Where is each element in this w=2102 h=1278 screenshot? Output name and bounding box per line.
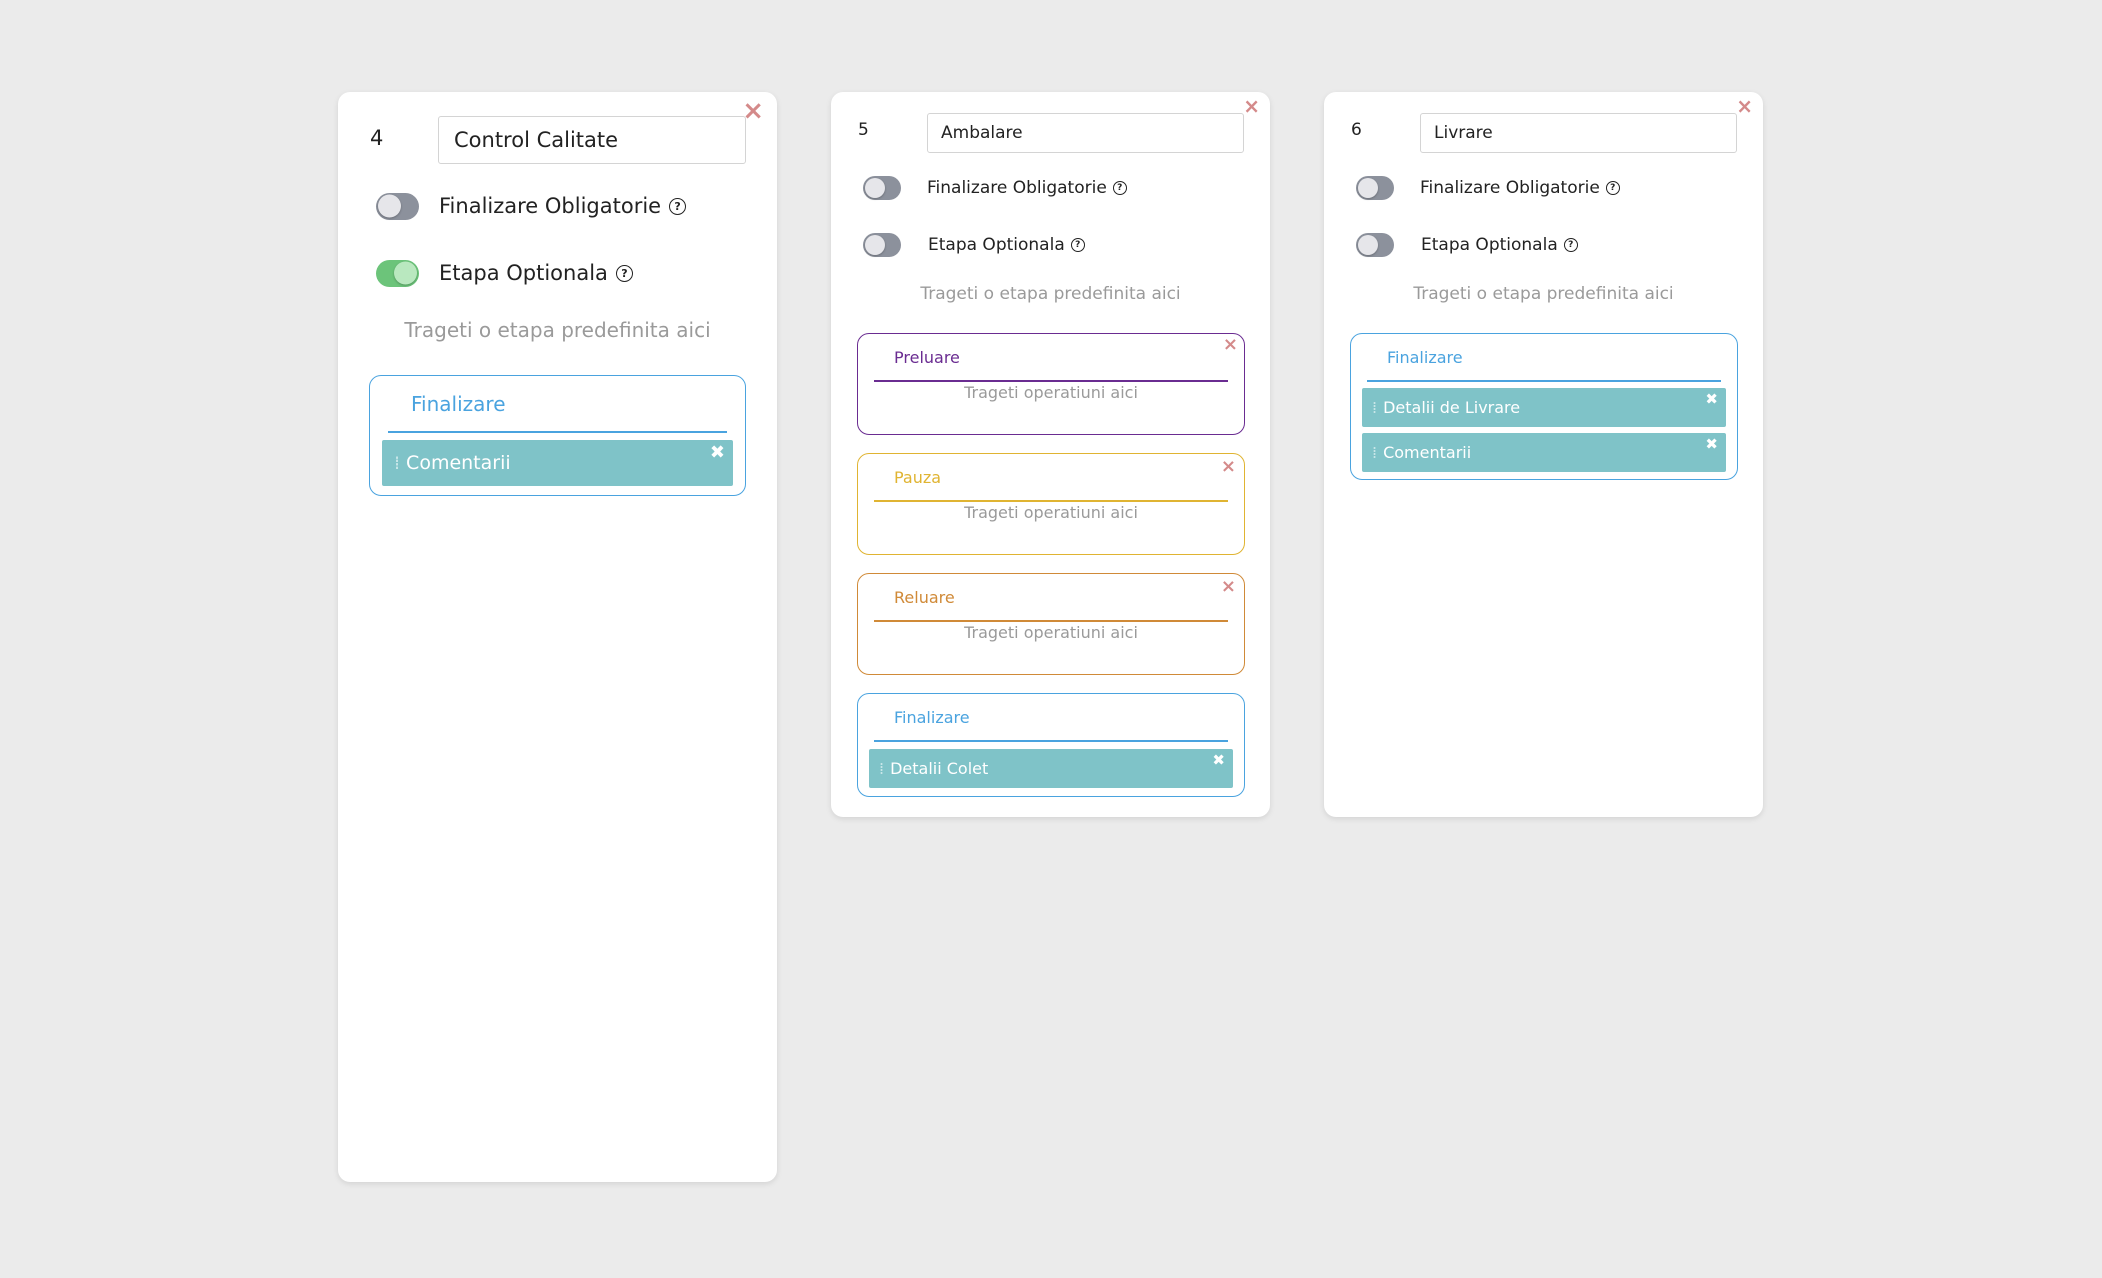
toggle-knob [1358, 235, 1378, 255]
drag-handle-icon[interactable]: ⁞ [1372, 398, 1377, 417]
operation-item[interactable]: ⁞ Detalii Colet ✖ [869, 749, 1233, 788]
operation-label: Comentarii [406, 452, 511, 474]
toggle-knob [378, 194, 401, 218]
toggle-row-finalizare-obligatorie: Finalizare Obligatorie ? [1356, 173, 1620, 203]
help-icon[interactable]: ? [1605, 181, 1620, 195]
finalizare-obligatorie-label: Finalizare Obligatorie [439, 194, 662, 218]
help-icon[interactable]: ? [1070, 238, 1085, 252]
toggle-knob [394, 261, 417, 285]
section-title: Reluare [894, 588, 955, 607]
etapa-optionala-toggle[interactable] [863, 233, 901, 257]
operation-label: Detalii Colet [890, 759, 989, 778]
finalizare-obligatorie-toggle[interactable] [376, 192, 419, 220]
section-title: Preluare [894, 348, 960, 367]
section-pauza: Pauza × Trageti operatiuni aici [857, 453, 1245, 555]
predefined-stage-drop-zone[interactable]: Trageti o etapa predefinita aici [338, 318, 777, 342]
stage-number: 4 [370, 126, 384, 150]
remove-section-icon[interactable]: × [1221, 458, 1236, 476]
section-finalizare: Finalizare ⁞ Detalii Colet ✖ [857, 693, 1245, 797]
toggle-row-etapa-optionala: Etapa Optionala ? [376, 255, 633, 291]
toggle-row-etapa-optionala: Etapa Optionala ? [863, 230, 1085, 260]
operation-item[interactable]: ⁞ Comentarii ✖ [382, 440, 733, 486]
section-divider [1367, 380, 1721, 382]
toggle-knob [1358, 178, 1378, 198]
etapa-optionala-toggle[interactable] [376, 259, 419, 287]
section-reluare: Reluare × Trageti operatiuni aici [857, 573, 1245, 675]
section-title: Finalizare [1387, 348, 1463, 367]
finalizare-obligatorie-toggle[interactable] [1356, 176, 1394, 200]
section-divider [874, 620, 1228, 622]
drag-handle-icon[interactable]: ⁞ [394, 452, 400, 474]
section-divider [874, 380, 1228, 382]
finalizare-obligatorie-toggle[interactable] [863, 176, 901, 200]
stage-card: × 4 Finalizare Obligatorie ? Etapa Optio… [338, 92, 777, 1182]
operation-item[interactable]: ⁞ Detalii de Livrare ✖ [1362, 388, 1726, 427]
section-divider [388, 431, 727, 433]
help-icon[interactable]: ? [1563, 238, 1578, 252]
predefined-stage-drop-zone[interactable]: Trageti o etapa predefinita aici [831, 284, 1270, 304]
toggle-knob [865, 235, 885, 255]
remove-section-icon[interactable]: × [1223, 336, 1238, 354]
remove-section-icon[interactable]: × [1221, 578, 1236, 596]
operations-drop-zone[interactable]: Trageti operatiuni aici [858, 383, 1244, 402]
help-icon[interactable]: ? [615, 264, 633, 282]
drag-handle-icon[interactable]: ⁞ [879, 759, 884, 778]
operations-drop-zone[interactable]: Trageti operatiuni aici [858, 503, 1244, 522]
section-preluare: Preluare × Trageti operatiuni aici [857, 333, 1245, 435]
remove-operation-icon[interactable]: ✖ [710, 444, 725, 462]
stage-card: × 5 Finalizare Obligatorie ? Etapa Optio… [831, 92, 1270, 817]
toggle-row-finalizare-obligatorie: Finalizare Obligatorie ? [863, 173, 1127, 203]
finalizare-obligatorie-label: Finalizare Obligatorie [927, 178, 1107, 198]
section-title: Finalizare [894, 708, 970, 727]
toggle-knob [865, 178, 885, 198]
predefined-stage-drop-zone[interactable]: Trageti o etapa predefinita aici [1324, 284, 1763, 304]
section-title: Pauza [894, 468, 942, 487]
operation-item[interactable]: ⁞ Comentarii ✖ [1362, 433, 1726, 472]
etapa-optionala-label: Etapa Optionala [1421, 235, 1558, 255]
operation-label: Detalii de Livrare [1383, 398, 1521, 417]
section-divider [874, 500, 1228, 502]
remove-operation-icon[interactable]: ✖ [1212, 753, 1225, 768]
toggle-row-etapa-optionala: Etapa Optionala ? [1356, 230, 1578, 260]
section-finalizare: Finalizare ⁞ Comentarii ✖ [369, 375, 746, 496]
stage-card: × 6 Finalizare Obligatorie ? Etapa Optio… [1324, 92, 1763, 817]
help-icon[interactable]: ? [1112, 181, 1127, 195]
section-divider [874, 740, 1228, 742]
operation-label: Comentarii [1383, 443, 1472, 462]
etapa-optionala-label: Etapa Optionala [928, 235, 1065, 255]
toggle-row-finalizare-obligatorie: Finalizare Obligatorie ? [376, 188, 687, 224]
stage-name-input[interactable] [1420, 113, 1737, 153]
operations-drop-zone[interactable]: Trageti operatiuni aici [858, 623, 1244, 642]
drag-handle-icon[interactable]: ⁞ [1372, 443, 1377, 462]
help-icon[interactable]: ? [669, 197, 687, 215]
close-stage-icon[interactable]: × [1243, 96, 1260, 116]
stage-name-input[interactable] [438, 116, 746, 164]
etapa-optionala-toggle[interactable] [1356, 233, 1394, 257]
finalizare-obligatorie-label: Finalizare Obligatorie [1420, 178, 1600, 198]
section-title: Finalizare [411, 392, 506, 416]
remove-operation-icon[interactable]: ✖ [1705, 392, 1718, 407]
stage-name-input[interactable] [927, 113, 1244, 153]
remove-operation-icon[interactable]: ✖ [1705, 437, 1718, 452]
stage-number: 5 [858, 120, 869, 140]
section-finalizare: Finalizare ⁞ Detalii de Livrare ✖ ⁞ Come… [1350, 333, 1738, 480]
close-stage-icon[interactable]: × [1736, 96, 1753, 116]
etapa-optionala-label: Etapa Optionala [439, 261, 608, 285]
stage-number: 6 [1351, 120, 1362, 140]
